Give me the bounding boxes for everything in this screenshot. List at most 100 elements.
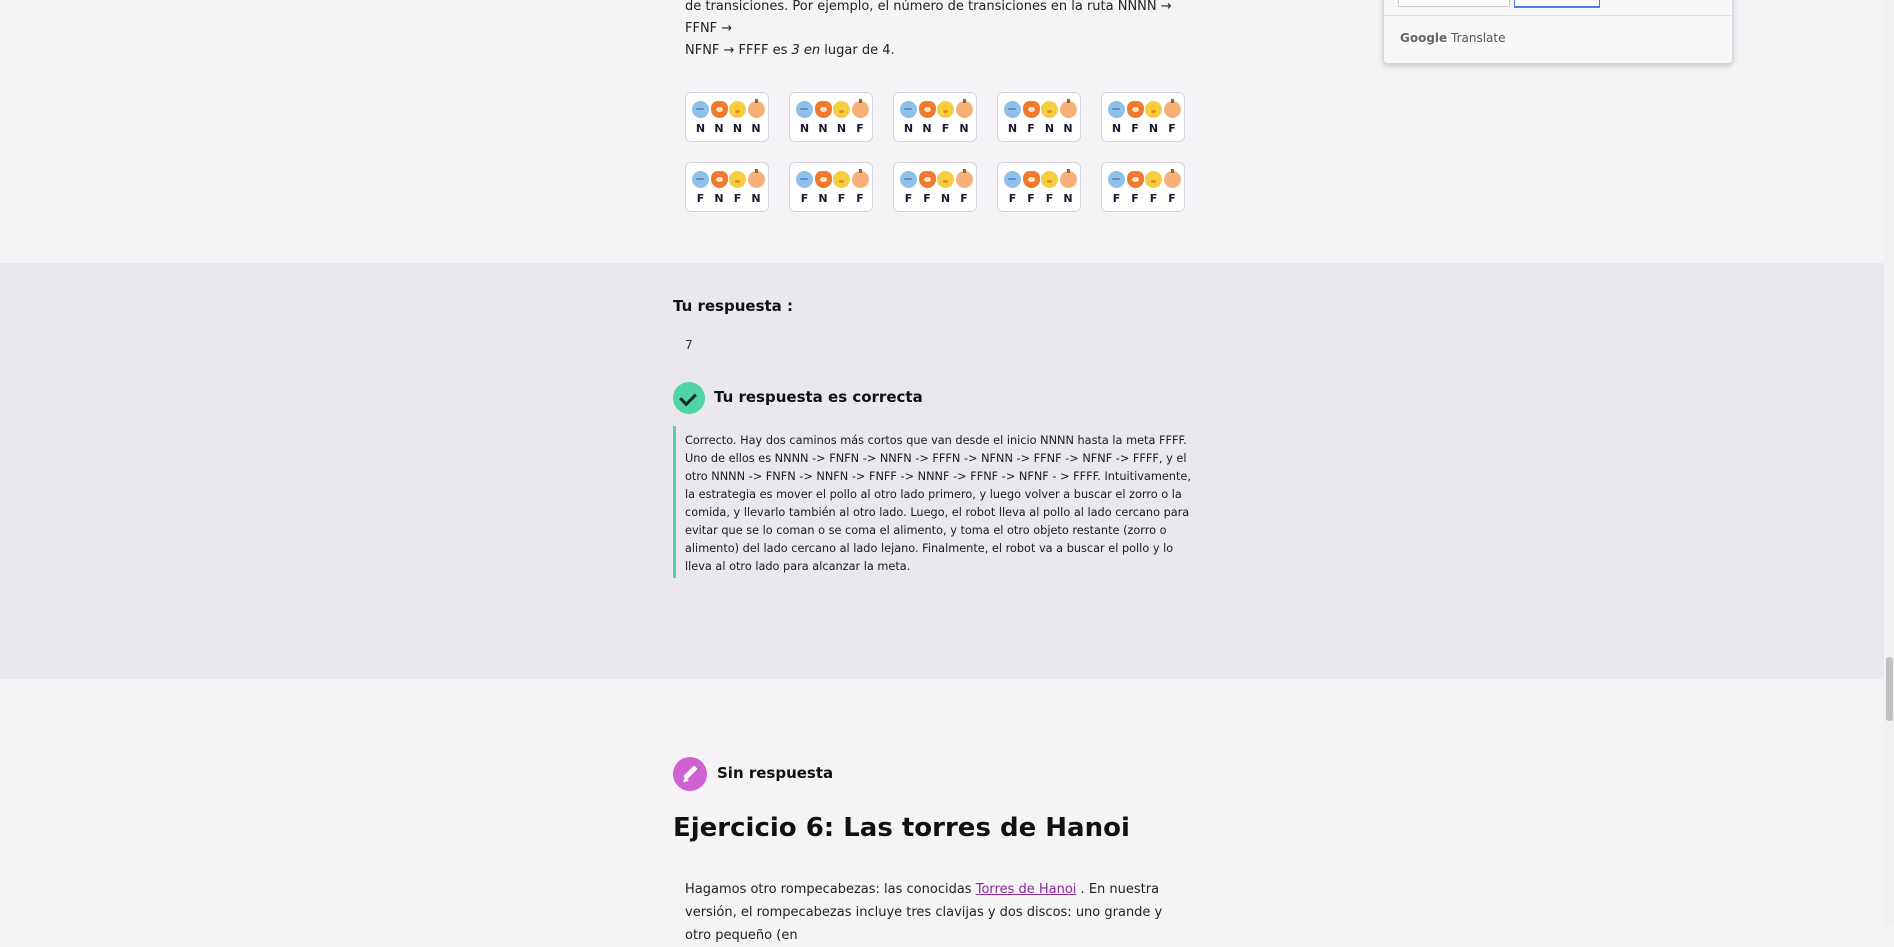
no-answer-label: Sin respuesta: [717, 764, 834, 782]
google-logo: Google: [1400, 31, 1448, 45]
state-card-icons: [796, 99, 869, 119]
state-card-letters: NNNF: [796, 122, 868, 136]
state-letter: N: [1063, 192, 1073, 205]
fox-icon: [1022, 101, 1040, 118]
state-card: FNFN: [685, 162, 769, 212]
fish-icon: [1108, 101, 1125, 118]
state-letter: N: [1148, 122, 1159, 135]
state-card-letters: NFNN: [1004, 122, 1076, 136]
fox-icon: [814, 101, 832, 118]
food-icon: [851, 99, 869, 118]
state-letter: F: [1131, 192, 1139, 205]
state-letter: F: [1149, 192, 1158, 205]
google-translate-popup[interactable]: Google Translate: [1383, 0, 1733, 64]
question-text: de transiciones. Por ejemplo, el número …: [685, 0, 1185, 62]
chick-icon: [729, 101, 746, 118]
state-card-letters: FFFF: [1108, 192, 1180, 206]
state-letter: N: [903, 122, 914, 135]
fish-icon: [1004, 101, 1021, 118]
food-icon: [1163, 99, 1181, 118]
state-letter: N: [751, 192, 761, 205]
state-letter: N: [1007, 122, 1018, 135]
state-letter: F: [733, 192, 742, 205]
hanoi-link[interactable]: Torres de Hanoi: [976, 882, 1077, 897]
state-card: NNNF: [789, 92, 873, 142]
chick-icon: [1041, 171, 1058, 188]
food-icon: [1059, 169, 1077, 188]
scrollbar-thumb[interactable]: [1886, 657, 1893, 721]
scrollbar-track[interactable]: [1884, 0, 1894, 925]
state-letter: N: [751, 122, 761, 135]
question-text-line2: NFNF → FFFF es: [685, 43, 792, 58]
state-card-icons: [900, 169, 973, 189]
state-card-letters: NNFN: [900, 122, 972, 136]
state-card-icons: [1108, 169, 1181, 189]
fish-icon: [796, 101, 813, 118]
state-letter: N: [940, 192, 951, 205]
exercise-text-start: Hagamos otro rompecabezas: las conocidas: [685, 882, 976, 897]
state-letter: F: [1168, 122, 1176, 135]
state-card: FFFN: [997, 162, 1081, 212]
fox-icon: [1022, 171, 1040, 188]
answer-explanation: Correcto. Hay dos caminos más cortos que…: [673, 426, 1203, 578]
state-card-icons: [900, 99, 973, 119]
state-letter: F: [1112, 192, 1121, 205]
state-letter: N: [959, 122, 969, 135]
state-letter: F: [1008, 192, 1017, 205]
google-translate-brand: Google Translate: [1400, 31, 1506, 45]
chick-icon: [1145, 101, 1162, 118]
state-card-letters: FNFN: [692, 192, 764, 206]
state-letter: F: [1027, 192, 1035, 205]
fish-icon: [900, 101, 917, 118]
fish-icon: [692, 171, 709, 188]
fish-icon: [1108, 171, 1125, 188]
question-text-italic: 3 en: [791, 43, 821, 58]
chick-icon: [937, 101, 954, 118]
state-letter: N: [1111, 122, 1122, 135]
pencil-icon: [673, 757, 707, 791]
chick-icon: [1041, 101, 1058, 118]
state-letter: N: [818, 122, 828, 135]
state-letter: F: [1027, 122, 1035, 135]
state-card-icons: [1004, 99, 1077, 119]
fox-icon: [710, 101, 728, 118]
state-card-icons: [692, 169, 765, 189]
fish-icon: [1004, 171, 1021, 188]
exercise-title: Ejercicio 6: Las torres de Hanoi: [673, 813, 1130, 843]
translate-label: Translate: [1451, 31, 1506, 45]
translate-target-field[interactable]: [1514, 0, 1600, 8]
state-letter: F: [856, 192, 864, 205]
state-letter: N: [922, 122, 932, 135]
state-card-icons: [1108, 99, 1181, 119]
state-letter: N: [818, 192, 828, 205]
state-letter: N: [799, 122, 810, 135]
state-card: NNNN: [685, 92, 769, 142]
state-letter: N: [732, 122, 743, 135]
state-letter: N: [714, 122, 724, 135]
state-letter: F: [1168, 192, 1176, 205]
state-card-letters: FNFF: [796, 192, 868, 206]
fox-icon: [918, 171, 936, 188]
state-card: FFFF: [1101, 162, 1185, 212]
translate-source-field[interactable]: [1398, 0, 1510, 7]
state-card: NNFN: [893, 92, 977, 142]
state-letter: F: [800, 192, 809, 205]
state-letter: N: [714, 192, 724, 205]
food-icon: [851, 169, 869, 188]
state-letter: F: [904, 192, 913, 205]
food-icon: [747, 169, 765, 188]
state-card-icons: [692, 99, 765, 119]
state-letter: F: [1131, 122, 1139, 135]
state-letter: F: [837, 192, 846, 205]
state-letter: N: [695, 122, 706, 135]
state-card: NFNF: [1101, 92, 1185, 142]
state-card-letters: NNNN: [692, 122, 764, 136]
state-card: NFNN: [997, 92, 1081, 142]
state-card: FFNF: [893, 162, 977, 212]
chick-icon: [937, 171, 954, 188]
fox-icon: [710, 171, 728, 188]
state-letter: F: [696, 192, 705, 205]
food-icon: [955, 169, 973, 188]
food-icon: [1163, 169, 1181, 188]
state-card-icons: [796, 169, 869, 189]
